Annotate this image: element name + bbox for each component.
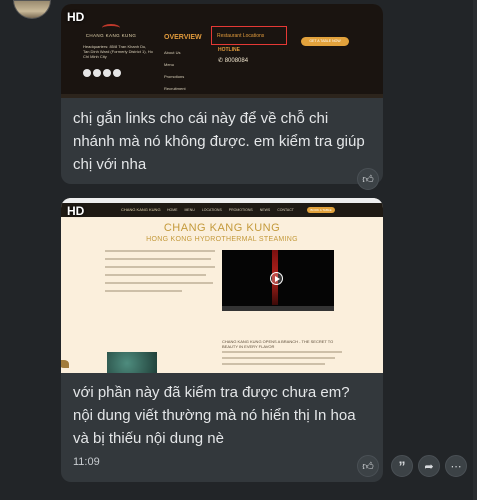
video-player	[222, 250, 334, 311]
thumbs-up-icon: 👍︎	[362, 460, 374, 473]
hotline-label: HOTLINE	[218, 47, 240, 53]
hd-badge: HD	[67, 204, 85, 218]
site-subtitle: HONG KONG HYDROTHERMAL STEAMING	[146, 236, 298, 243]
message-text: chị gắn links cho cái này để về chỗ chi …	[73, 110, 365, 173]
footer-bar	[61, 94, 383, 98]
quote-button[interactable]: ”	[391, 455, 413, 477]
paragraph-block	[105, 250, 215, 298]
overview-title: OVERVIEW	[164, 34, 202, 41]
quote-icon: ”	[398, 458, 406, 474]
brand-logo: CHANG KANG KUNG	[85, 24, 137, 38]
hd-badge: HD	[67, 10, 85, 24]
address-text: Headquarters: 85/8 Tran Khanh Du, Tan Di…	[83, 44, 153, 59]
message-bubble[interactable]: HD CHANG KANG KUNG Headquarters: 85/8 Tr…	[61, 4, 383, 184]
thumbs-up-icon: 👍︎	[362, 173, 374, 186]
section-heading: CHANG KANG KUNG OPENS A BRANCH - THE SEC…	[222, 339, 334, 349]
message-text: với phần này đã kiểm tra được chưa em? n…	[73, 384, 356, 447]
screenshot-image[interactable]: HD CHANG KANG KUNG HOME MENU LOCATIONS P…	[61, 198, 383, 373]
hotline-number: ✆ 8008084	[218, 58, 249, 64]
social-icons	[83, 69, 121, 77]
avatar[interactable]	[13, 0, 51, 19]
site-nav: CHANG KANG KUNG HOME MENU LOCATIONS PROM…	[61, 203, 383, 217]
more-button[interactable]: ⋯	[445, 455, 467, 477]
message-bubble[interactable]: HD CHANG KANG KUNG HOME MENU LOCATIONS P…	[61, 198, 383, 482]
screenshot-image[interactable]: HD CHANG KANG KUNG Headquarters: 85/8 Tr…	[61, 4, 383, 98]
cta-button: GET A TABLE NOW	[301, 37, 349, 46]
like-button[interactable]: 👍︎	[357, 168, 379, 190]
more-icon: ⋯	[450, 460, 462, 473]
highlighted-link: Restaurant Locations	[211, 26, 287, 45]
forward-icon: ➦	[424, 460, 434, 473]
scrollbar[interactable]	[473, 0, 477, 500]
forward-button[interactable]: ➦	[418, 455, 440, 477]
site-title: CHANG KANG KUNG	[163, 222, 281, 234]
message-timestamp: 11:09	[73, 456, 100, 468]
like-button[interactable]: 👍︎	[357, 455, 379, 477]
play-icon	[270, 272, 283, 285]
leaf-decoration	[61, 360, 69, 368]
paragraph-block	[222, 351, 342, 369]
food-thumbnail	[107, 352, 157, 373]
overview-links: About Us Menu Promotions Recruitment	[164, 50, 186, 91]
